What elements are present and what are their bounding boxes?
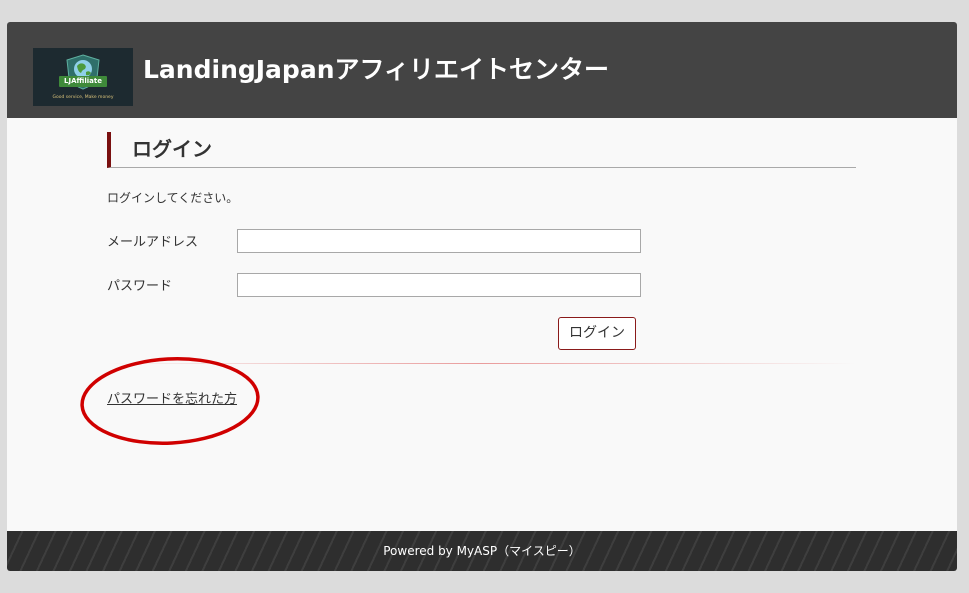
page-title: ログイン [132,137,212,161]
email-label: メールアドレス [107,235,199,250]
site-logo[interactable]: LJAffiliate Good service, Make money [33,48,133,106]
site-title: LandingJapanアフィリエイトセンター [143,55,609,84]
password-label: パスワード [107,279,173,294]
logo-name: LJAffiliate [59,76,107,87]
powered-by-text: Powered by MyASP（マイスピー） [383,544,581,558]
red-ellipse-annotation [80,357,260,445]
password-field[interactable] [237,273,641,297]
site-footer: Powered by MyASP（マイスピー） [7,531,957,571]
login-instruction: ログインしてください。 [107,191,239,205]
page-frame: LJAffiliate Good service, Make money Lan… [7,22,957,571]
login-button[interactable]: ログイン [558,317,636,350]
login-panel: ログイン ログインしてください。 メールアドレス パスワード ログイン パスワー… [7,118,957,531]
logo-tagline: Good service, Make money [52,95,114,100]
login-heading: ログイン [107,132,856,168]
site-header: LJAffiliate Good service, Make money Lan… [7,22,957,118]
email-field[interactable] [237,229,641,253]
